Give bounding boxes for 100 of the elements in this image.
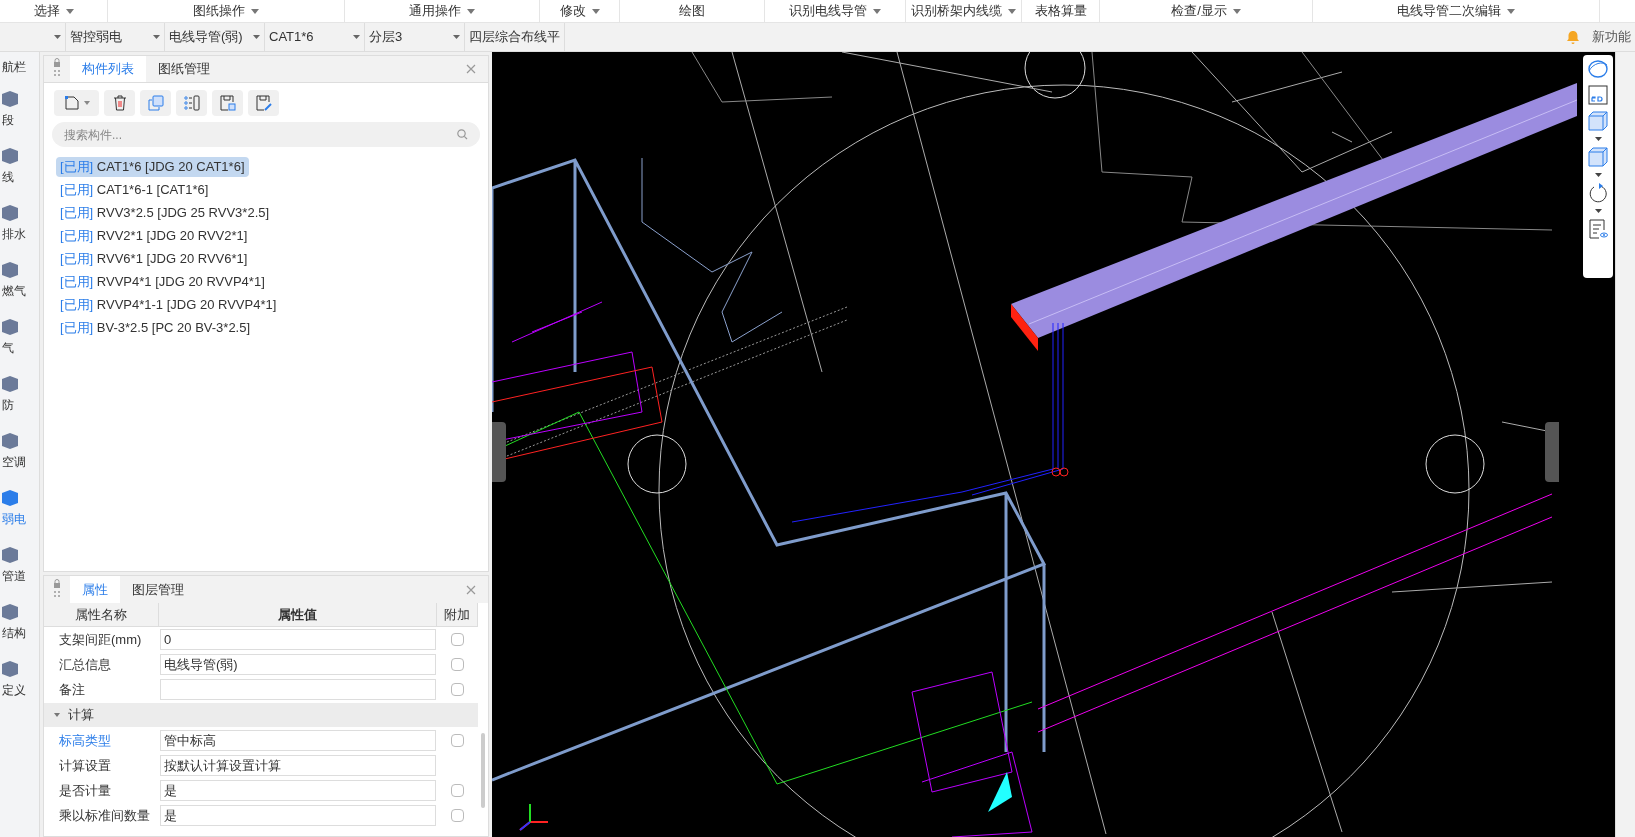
property-name: 计算设置 (58, 756, 112, 775)
scrollbar-thumb[interactable] (481, 733, 485, 808)
layer-visibility-icon[interactable] (1588, 219, 1608, 239)
group-header[interactable]: 计算 (44, 703, 478, 727)
column-header: 属性名称 (44, 603, 159, 626)
dropdown[interactable]: 分层3 (365, 23, 465, 51)
property-value-field[interactable]: 电线导管(弱) (160, 654, 436, 675)
component-item[interactable]: [已用] CAT1*6 [JDG 20 CAT1*6] (56, 157, 249, 177)
rotate-icon[interactable] (1588, 183, 1608, 203)
component-item[interactable]: [已用] RVV6*1 [JDG 20 RVV6*1] (56, 249, 252, 269)
tab[interactable]: 图层管理 (120, 576, 196, 603)
module-icon (2, 204, 18, 222)
module-icon (2, 375, 18, 393)
property-value-field[interactable]: 是 (160, 805, 436, 826)
nav-item[interactable]: 气 (0, 318, 39, 357)
search-field[interactable]: 搜索构件... (52, 122, 480, 147)
nav-item[interactable]: 排水 (0, 204, 39, 243)
module-icon (2, 147, 18, 165)
trash-icon (112, 95, 127, 111)
property-value-field[interactable] (160, 679, 436, 700)
dropdown[interactable]: 四层综合布线平 (465, 23, 565, 51)
caret-icon (467, 8, 475, 14)
component-item[interactable]: [已用] RVVP4*1-1 [JDG 20 RVVP4*1] (56, 295, 281, 315)
menu-item[interactable]: 识别桥架内线缆 (911, 1, 1016, 21)
edit-template-button[interactable] (248, 90, 279, 116)
2d-view-icon[interactable] (1588, 85, 1608, 105)
new-component-button[interactable] (54, 90, 99, 116)
property-name: 是否计量 (58, 781, 112, 800)
caret-icon[interactable] (1594, 137, 1602, 141)
list-button[interactable] (176, 90, 207, 116)
conduit-drawing[interactable] (1011, 83, 1578, 351)
menu-item[interactable]: 图纸操作 (193, 1, 259, 21)
new-features-link[interactable]: 新功能 (1592, 27, 1631, 47)
checkbox[interactable] (451, 809, 464, 822)
collapse-left-handle[interactable] (492, 422, 506, 482)
junction-marker (1051, 467, 1069, 477)
bell-icon[interactable] (1566, 29, 1580, 45)
menu-item[interactable]: 修改 (559, 1, 600, 21)
component-item[interactable]: [已用] RVV2*1 [JDG 20 RVV2*1] (56, 226, 252, 246)
delete-button[interactable] (104, 90, 135, 116)
menu-item[interactable]: 选择 (33, 1, 74, 21)
nav-item[interactable]: 空调 (0, 432, 39, 471)
collapse-right-handle[interactable] (1545, 422, 1559, 482)
dropdown[interactable]: 电线导管(弱) (165, 23, 265, 51)
property-name: 乘以标准间数量 (58, 806, 151, 825)
menu-item[interactable]: 识别电线导管 (789, 1, 881, 21)
orbit-icon[interactable] (1587, 59, 1609, 79)
nav-item[interactable]: 段 (0, 90, 39, 129)
module-icon (2, 261, 18, 279)
dropdown[interactable]: CAT1*6 (265, 23, 365, 51)
search-icon (457, 129, 468, 140)
caret-icon (54, 713, 60, 717)
copy-icon (147, 95, 164, 111)
tab[interactable]: 图纸管理 (146, 56, 222, 82)
property-name: 汇总信息 (58, 655, 112, 674)
dropdown[interactable]: 智控弱电 (66, 23, 165, 51)
caret-icon[interactable] (1594, 209, 1602, 213)
menu-item[interactable]: 检查/显示 (1171, 1, 1241, 21)
module-icon (2, 603, 18, 621)
property-value-field[interactable]: 管中标高 (160, 730, 436, 751)
cube-icon[interactable] (1588, 147, 1608, 167)
checkbox[interactable] (451, 633, 464, 646)
column-circle (627, 434, 687, 494)
property-value-field[interactable]: 按默认计算设置计算 (160, 755, 436, 776)
property-value-field[interactable]: 是 (160, 780, 436, 801)
property-name: 支架间距(mm) (58, 630, 143, 649)
component-item[interactable]: [已用] RVVP4*1 [JDG 20 RVVP4*1] (56, 272, 269, 292)
caret-icon (253, 35, 260, 39)
component-item[interactable]: [已用] CAT1*6-1 [CAT1*6] (56, 180, 213, 200)
checkbox[interactable] (451, 784, 464, 797)
close-icon[interactable] (466, 64, 476, 74)
cube-icon[interactable] (1588, 111, 1608, 131)
module-icon (2, 546, 18, 564)
caret-icon (1232, 8, 1241, 14)
menu-item[interactable]: 表格算量 (1034, 1, 1087, 21)
nav-item[interactable]: 定义 (0, 660, 39, 699)
caret-icon[interactable] (1594, 173, 1602, 177)
component-item[interactable]: [已用] RVV3*2.5 [JDG 25 RVV3*2.5] (56, 203, 274, 223)
module-icon (2, 318, 18, 336)
caret-icon (153, 35, 160, 39)
checkbox[interactable] (451, 734, 464, 747)
menu-item[interactable]: 通用操作 (409, 1, 475, 21)
save-template-button[interactable] (212, 90, 243, 116)
menu-item[interactable]: 绘图 (679, 1, 705, 21)
nav-item[interactable]: 管道 (0, 546, 39, 585)
nav-item[interactable]: 弱电 (0, 489, 39, 528)
copy-button[interactable] (140, 90, 171, 116)
tab[interactable]: 属性 (70, 576, 120, 603)
component-item[interactable]: [已用] BV-3*2.5 [PC 20 BV-3*2.5] (56, 318, 255, 338)
menu-item[interactable]: 电线导管二次编辑 (1397, 1, 1515, 21)
nav-item[interactable]: 燃气 (0, 261, 39, 300)
close-icon[interactable] (466, 584, 476, 595)
nav-item[interactable]: 防 (0, 375, 39, 414)
nav-item[interactable]: 线 (0, 147, 39, 186)
nav-item[interactable]: 结构 (0, 603, 39, 642)
property-value-field[interactable]: 0 (160, 629, 436, 650)
checkbox[interactable] (451, 658, 464, 671)
tab[interactable]: 构件列表 (70, 56, 146, 82)
caret-icon (65, 8, 74, 14)
checkbox[interactable] (451, 683, 464, 696)
